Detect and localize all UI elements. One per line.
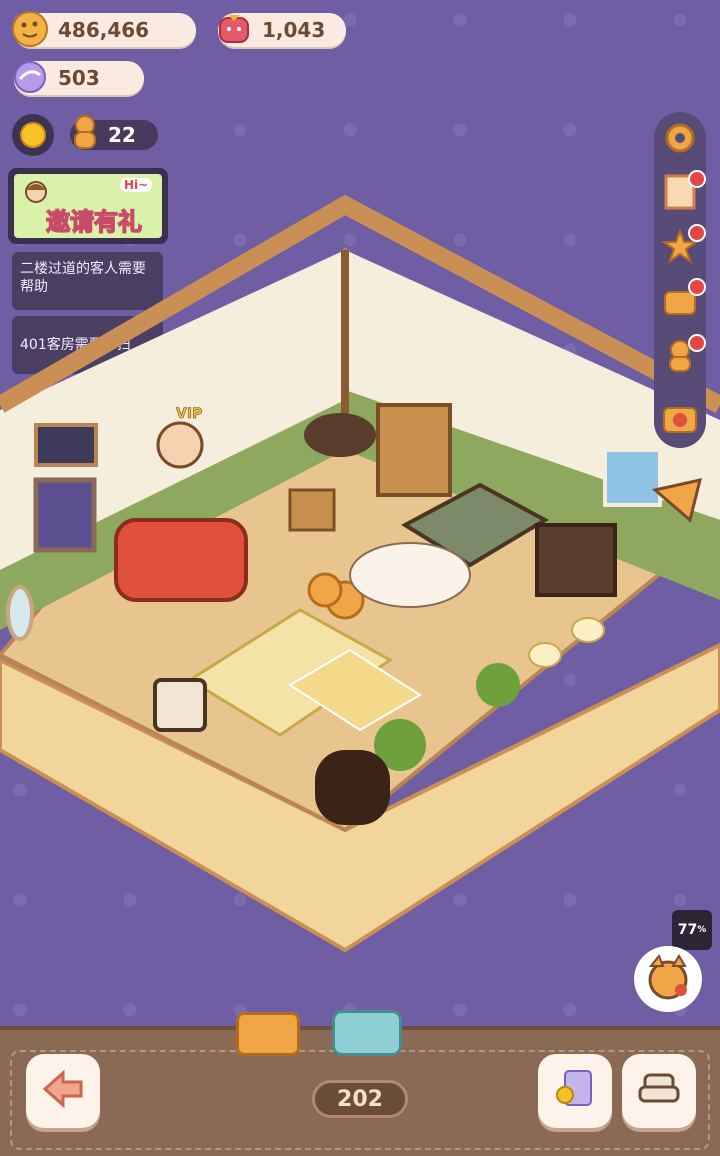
bag-alert-dot [688,278,706,296]
bottom-tab-folder[interactable] [236,1012,300,1056]
window-left [33,477,97,553]
side-menu [654,112,706,448]
star-badge-alert-dot [688,224,706,242]
bottom-tab-camera[interactable] [332,1010,402,1056]
gem-count: 1,043 [262,18,326,42]
red-gem-icon [212,7,256,51]
wall-painting-right [603,448,662,507]
battery-indicator: 77% [672,910,712,950]
stamp-button[interactable] [660,170,706,214]
round-table [304,413,376,457]
sofa [114,518,248,602]
armchair-icon [637,1069,681,1113]
pet-assistant-button[interactable] [634,946,702,1012]
gem-counter[interactable]: 1,043 [218,13,346,47]
camera-icon [662,402,698,438]
arrow-left-icon [41,1069,85,1113]
gear-icon [662,120,698,160]
helper-counter[interactable]: 22 [70,115,158,150]
sun-icon[interactable] [12,114,54,156]
candy-icon [8,55,52,99]
back-button[interactable] [26,1054,100,1128]
room-number: 202 [337,1086,383,1112]
cookie-decoration-2 [307,572,343,608]
helper-count: 22 [108,123,136,147]
wall-painting [34,423,98,467]
gingerbread-button[interactable] [660,334,706,378]
stamp-alert-dot [688,170,706,188]
armchair [153,678,207,732]
floor-lamp-2 [571,617,605,643]
vip-label: VIP [176,406,202,422]
cookie-counter[interactable]: 486,466 [12,11,196,47]
camera-button[interactable] [660,400,700,440]
dresser [535,523,617,597]
settings-button[interactable] [660,120,700,160]
candy-counter[interactable]: 503 [14,61,144,95]
battery-value: 77 [677,922,698,938]
cow-rug [349,542,471,608]
nightstand [288,488,336,532]
standing-mirror [6,585,34,641]
cookie-count: 486,466 [58,18,150,42]
cat-pet-icon [641,952,695,1006]
star-badge-button[interactable] [660,224,706,268]
bag-button[interactable] [660,278,706,322]
battery-unit: % [697,925,707,935]
key-card-button[interactable] [538,1054,612,1128]
game-room-scene[interactable]: VIP [0,190,720,960]
gingerbread-icon [68,114,102,157]
room-number-label: 202 [312,1080,408,1118]
key-card-icon [553,1067,597,1115]
gingerbread-alert-dot [688,334,706,352]
wardrobe [376,403,452,497]
potted-plant [476,663,520,707]
furniture-button[interactable] [622,1054,696,1128]
floor-lamp [528,642,562,668]
cookie-icon [8,7,52,51]
vip-guest-character[interactable] [156,421,204,469]
bookshelf [315,750,390,825]
candy-count: 503 [58,66,100,90]
